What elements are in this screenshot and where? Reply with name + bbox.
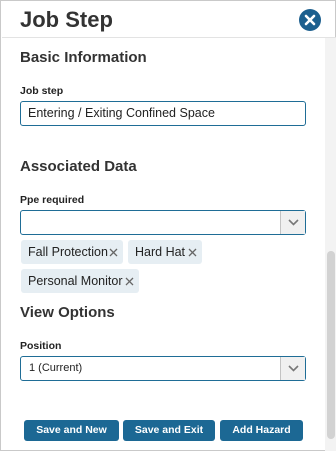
ppe-required-label: Ppe required	[20, 194, 85, 206]
remove-chip-icon[interactable]	[186, 240, 200, 264]
ppe-required-select[interactable]	[20, 210, 306, 235]
job-step-input[interactable]: Entering / Exiting Confined Space	[20, 101, 306, 126]
scrollbar-thumb[interactable]	[327, 251, 335, 439]
add-hazard-button[interactable]: Add Hazard	[220, 420, 303, 441]
close-icon[interactable]	[299, 9, 321, 31]
chip-label: Fall Protection	[28, 245, 108, 259]
position-label: Position	[20, 340, 62, 352]
view-options-heading: View Options	[20, 304, 115, 321]
remove-chip-icon[interactable]	[123, 269, 137, 293]
remove-chip-icon[interactable]	[107, 240, 121, 264]
save-and-new-button[interactable]: Save and New	[24, 420, 119, 441]
save-and-exit-button[interactable]: Save and Exit	[123, 420, 215, 441]
chip-label: Hard Hat	[135, 245, 186, 259]
basic-information-heading: Basic Information	[20, 49, 147, 66]
associated-data-heading: Associated Data	[20, 158, 137, 175]
dialog-title: Job Step	[20, 7, 113, 32]
chip-label: Personal Monitor	[28, 274, 123, 288]
dialog-header: Job Step	[2, 2, 336, 38]
chevron-down-icon[interactable]	[280, 357, 305, 380]
ppe-chip-hard-hat: Hard Hat	[128, 240, 202, 264]
position-select[interactable]: 1 (Current)	[20, 356, 306, 381]
chevron-down-icon[interactable]	[280, 211, 305, 234]
job-step-dialog: Job Step Basic Information Job step Ente…	[0, 0, 336, 451]
ppe-chip-fall-protection: Fall Protection	[21, 240, 123, 264]
job-step-label: Job step	[20, 85, 64, 97]
position-value: 1 (Current)	[29, 362, 83, 374]
ppe-chip-personal-monitor: Personal Monitor	[21, 269, 139, 293]
